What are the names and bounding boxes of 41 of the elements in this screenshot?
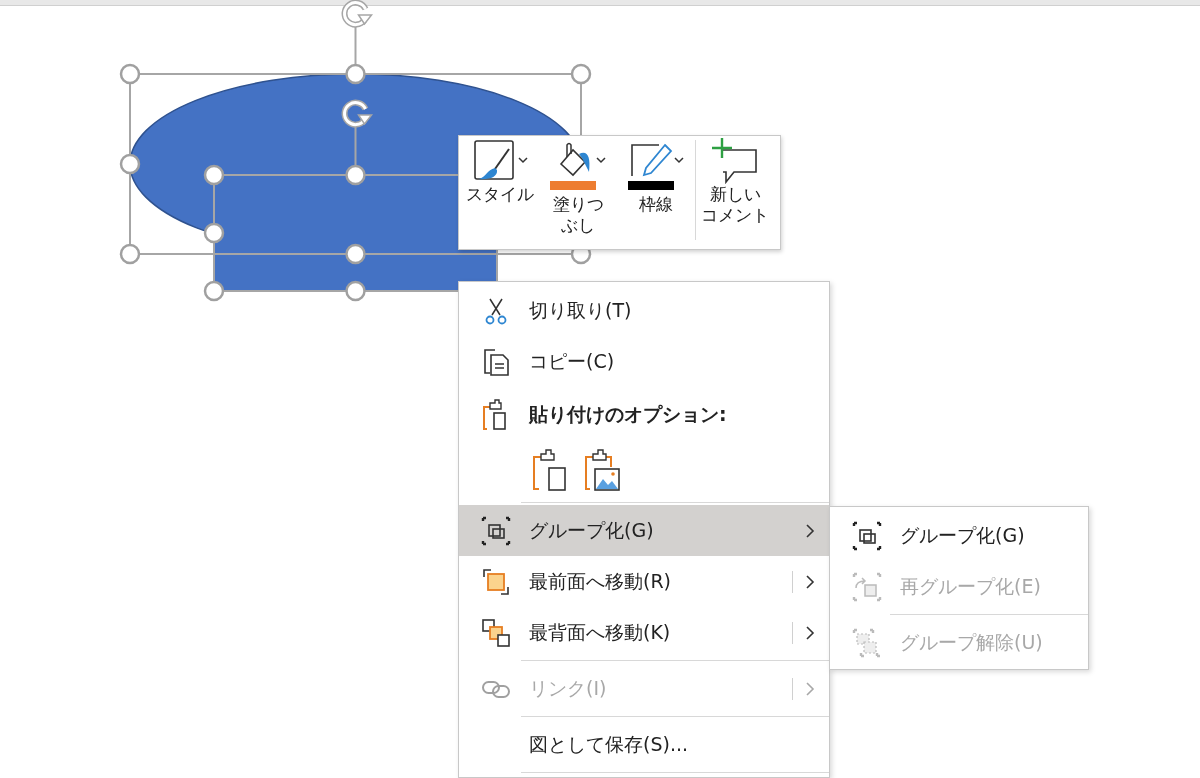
rotate-handle-icon[interactable] <box>341 99 374 128</box>
resize-handle[interactable] <box>119 243 141 265</box>
menu-item[interactable]: 図として保存(S)... <box>529 731 688 758</box>
menu-item[interactable]: 最前面へ移動(R) <box>529 568 672 595</box>
brush-icon <box>472 139 517 181</box>
toolbar-button-label[interactable]: 塗りつ <box>552 194 604 215</box>
resize-handle[interactable] <box>203 164 225 186</box>
resize-handle[interactable] <box>119 63 141 85</box>
resize-handle[interactable] <box>203 222 225 244</box>
resize-handle[interactable] <box>345 63 366 85</box>
rotate-handle-icon[interactable] <box>341 0 374 28</box>
chevron-down-icon[interactable] <box>595 156 606 164</box>
resize-handle[interactable] <box>345 164 366 186</box>
group-icon <box>481 515 511 546</box>
group-icon <box>852 520 882 551</box>
toolbar-button-label[interactable]: コメント <box>701 205 769 226</box>
send-back-icon <box>481 617 511 648</box>
clipboard-picture-icon[interactable] <box>583 449 623 493</box>
menu-item[interactable]: 切り取り(T) <box>529 297 632 324</box>
chevron-down-icon[interactable] <box>517 156 528 164</box>
menu-item[interactable]: 最背面へ移動(K) <box>529 619 671 646</box>
toolbar-button-label[interactable]: スタイル <box>466 184 534 205</box>
resize-handle[interactable] <box>119 153 141 175</box>
toolbar-button-label[interactable]: 新しい <box>709 184 761 205</box>
resize-handle[interactable] <box>345 280 366 302</box>
menu-item[interactable]: グループ化(G) <box>900 522 1025 549</box>
chevron-down-icon[interactable] <box>673 156 684 164</box>
menu-item[interactable]: グループ化(G) <box>529 517 654 544</box>
section-heading: 貼り付けのオプション: <box>529 401 727 427</box>
regroup-icon <box>852 571 882 602</box>
bring-front-icon <box>481 566 511 597</box>
resize-handle[interactable] <box>570 63 592 85</box>
toolbar-button-label[interactable]: 枠線 <box>639 194 673 215</box>
toolbar-button-label[interactable]: ぶし <box>561 215 595 236</box>
ungroup-icon <box>852 627 882 658</box>
menu-item[interactable]: コピー(C) <box>529 348 615 375</box>
comment-plus-icon <box>712 136 758 184</box>
document-copy-icon <box>481 346 511 377</box>
resize-handle[interactable] <box>203 280 225 302</box>
resize-handle[interactable] <box>345 243 366 265</box>
pencil-icon <box>628 142 673 178</box>
